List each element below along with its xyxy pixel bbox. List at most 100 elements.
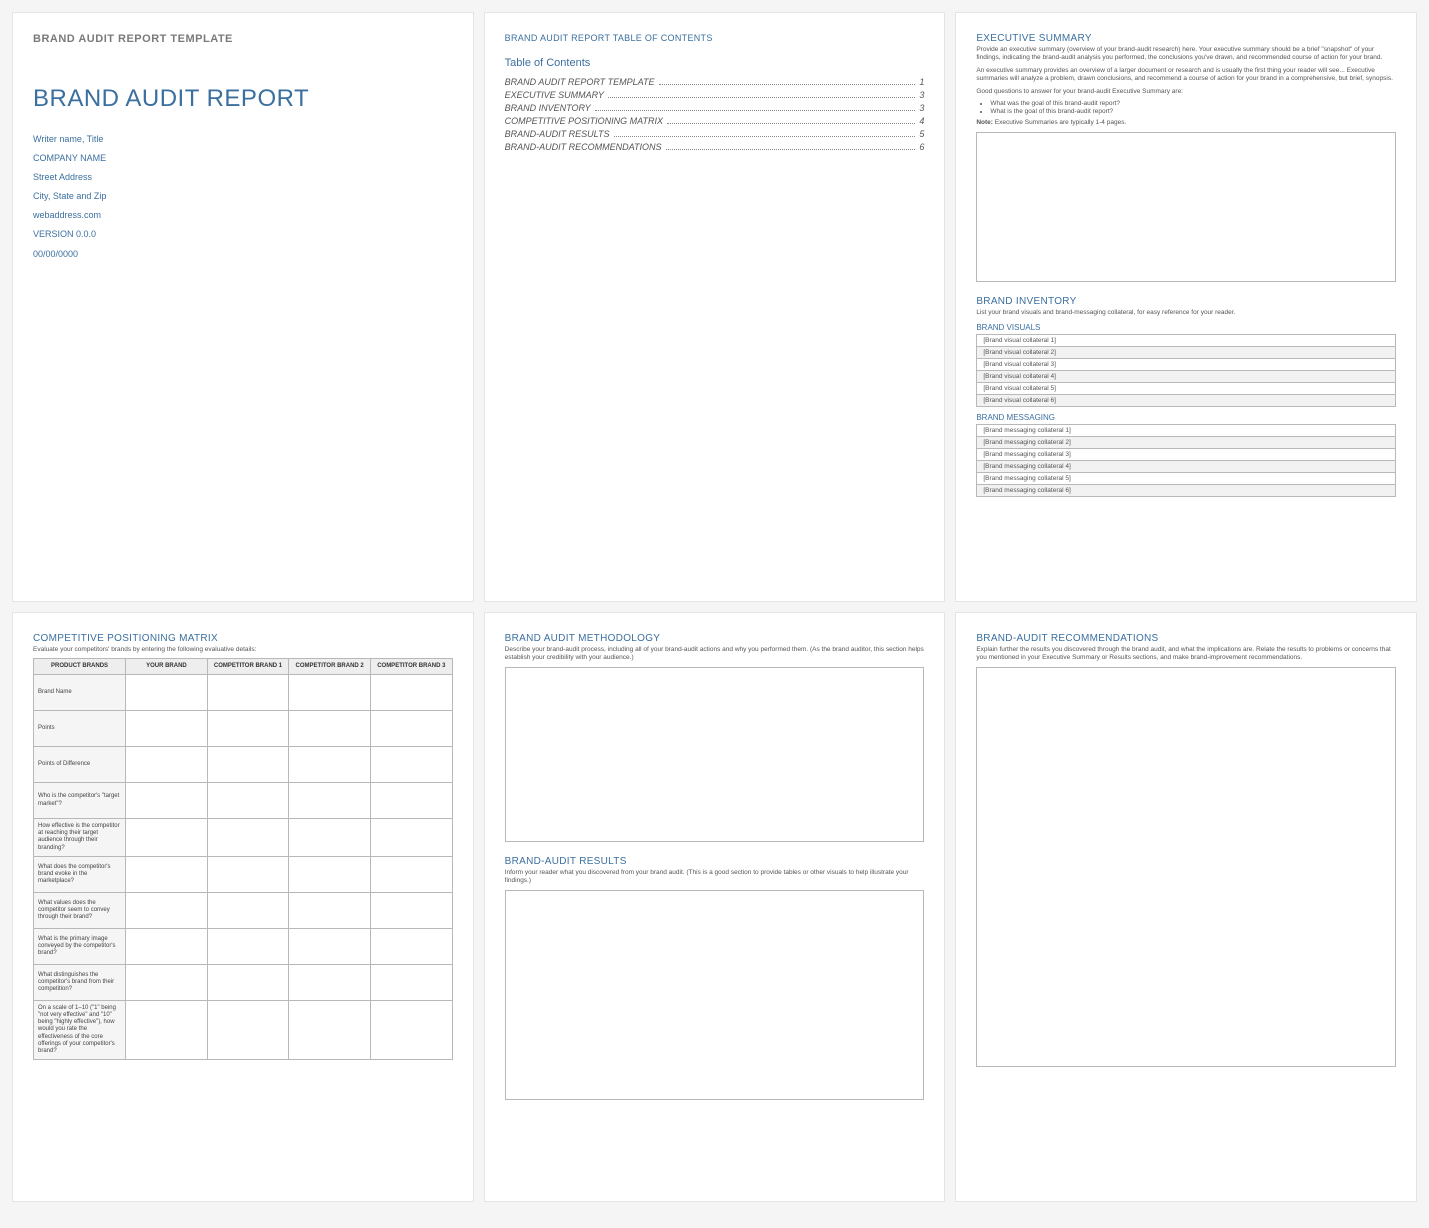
matrix-input-cell[interactable] [370, 711, 452, 747]
matrix-input-cell[interactable] [289, 928, 371, 964]
matrix-input-cell[interactable] [126, 819, 208, 857]
exec-bullet-2: What is the goal of this brand-audit rep… [990, 108, 1396, 115]
toc-title: Table of Contents [505, 57, 925, 69]
matrix-row: Points [34, 711, 453, 747]
toc-leader [608, 97, 915, 98]
matrix-input-cell[interactable] [126, 928, 208, 964]
date: 00/00/0000 [33, 246, 453, 263]
exec-summary-title: EXECUTIVE SUMMARY [976, 33, 1396, 44]
toc-list: BRAND AUDIT REPORT TEMPLATE1EXECUTIVE SU… [505, 77, 925, 152]
brand-messaging-row[interactable]: [Brand messaging collateral 3] [976, 449, 1396, 461]
toc-row: BRAND-AUDIT RECOMMENDATIONS6 [505, 142, 925, 152]
matrix-row: What distinguishes the competitor's bran… [34, 964, 453, 1000]
brand-visual-row[interactable]: [Brand visual collateral 5] [976, 383, 1396, 395]
toc-leader [667, 123, 915, 124]
brand-visual-row[interactable]: [Brand visual collateral 6] [976, 395, 1396, 407]
matrix-input-cell[interactable] [289, 783, 371, 819]
exec-note: Note: Executive Summaries are typically … [976, 119, 1396, 127]
matrix-input-cell[interactable] [207, 819, 289, 857]
matrix-row: Who is the competitor's "target market"? [34, 783, 453, 819]
brand-messaging-row[interactable]: [Brand messaging collateral 1] [976, 424, 1396, 437]
methodology-input-box[interactable] [505, 667, 925, 842]
competitive-matrix-table: PRODUCT BRANDSYOUR BRANDCOMPETITOR BRAND… [33, 658, 453, 1060]
matrix-input-cell[interactable] [126, 747, 208, 783]
toc-label: BRAND-AUDIT RESULTS [505, 129, 610, 139]
matrix-input-cell[interactable] [207, 783, 289, 819]
matrix-input-cell[interactable] [207, 675, 289, 711]
exec-bullet-1: What was the goal of this brand-audit re… [990, 100, 1396, 107]
city-state-zip: City, State and Zip [33, 188, 453, 205]
matrix-input-cell[interactable] [126, 675, 208, 711]
cover-meta: Writer name, Title COMPANY NAME Street A… [33, 131, 453, 263]
matrix-header-cell: COMPETITOR BRAND 1 [207, 659, 289, 675]
brand-visual-row[interactable]: [Brand visual collateral 2] [976, 347, 1396, 359]
exec-desc-1: Provide an executive summary (overview o… [976, 46, 1396, 63]
matrix-input-cell[interactable] [207, 892, 289, 928]
brand-messaging-row[interactable]: [Brand messaging collateral 5] [976, 473, 1396, 485]
brand-visual-row[interactable]: [Brand visual collateral 1] [976, 334, 1396, 347]
exec-desc-2: An executive summary provides an overvie… [976, 67, 1396, 84]
methodology-desc: Describe your brand-audit process, inclu… [505, 646, 925, 663]
matrix-input-cell[interactable] [289, 675, 371, 711]
brand-visual-row[interactable]: [Brand visual collateral 3] [976, 359, 1396, 371]
recommendations-input-box[interactable] [976, 667, 1396, 1067]
matrix-row-label: On a scale of 1–10 ("1" being "not very … [34, 1000, 126, 1059]
brand-messaging-row[interactable]: [Brand messaging collateral 4] [976, 461, 1396, 473]
matrix-input-cell[interactable] [207, 928, 289, 964]
matrix-input-cell[interactable] [207, 1000, 289, 1059]
matrix-input-cell[interactable] [126, 892, 208, 928]
report-title: BRAND AUDIT REPORT [33, 85, 453, 113]
exec-desc-3: Good questions to answer for your brand-… [976, 88, 1396, 96]
page-5-methodology-results: BRAND AUDIT METHODOLOGY Describe your br… [484, 612, 946, 1202]
matrix-input-cell[interactable] [370, 964, 452, 1000]
template-label: BRAND AUDIT REPORT TEMPLATE [33, 33, 453, 45]
matrix-row: Brand Name [34, 675, 453, 711]
matrix-input-cell[interactable] [370, 1000, 452, 1059]
matrix-header-cell: COMPETITOR BRAND 3 [370, 659, 452, 675]
matrix-row: On a scale of 1–10 ("1" being "not very … [34, 1000, 453, 1059]
matrix-input-cell[interactable] [289, 747, 371, 783]
matrix-input-cell[interactable] [370, 856, 452, 892]
matrix-input-cell[interactable] [126, 783, 208, 819]
matrix-input-cell[interactable] [289, 856, 371, 892]
matrix-input-cell[interactable] [126, 964, 208, 1000]
matrix-input-cell[interactable] [126, 711, 208, 747]
toc-page-number: 4 [919, 116, 924, 126]
matrix-input-cell[interactable] [207, 747, 289, 783]
matrix-input-cell[interactable] [370, 928, 452, 964]
toc-label: EXECUTIVE SUMMARY [505, 90, 604, 100]
writer-name: Writer name, Title [33, 131, 453, 148]
toc-leader [659, 84, 916, 85]
brand-messaging-list: [Brand messaging collateral 1][Brand mes… [976, 424, 1396, 497]
matrix-header-cell: PRODUCT BRANDS [34, 659, 126, 675]
matrix-input-cell[interactable] [207, 711, 289, 747]
brand-messaging-row[interactable]: [Brand messaging collateral 6] [976, 485, 1396, 497]
brand-visual-row[interactable]: [Brand visual collateral 4] [976, 371, 1396, 383]
matrix-input-cell[interactable] [370, 819, 452, 857]
matrix-input-cell[interactable] [370, 783, 452, 819]
matrix-input-cell[interactable] [289, 964, 371, 1000]
matrix-input-cell[interactable] [126, 1000, 208, 1059]
matrix-input-cell[interactable] [370, 747, 452, 783]
brand-inventory-desc: List your brand visuals and brand-messag… [976, 309, 1396, 317]
brand-inventory-title: BRAND INVENTORY [976, 296, 1396, 307]
exec-bullets: What was the goal of this brand-audit re… [976, 100, 1396, 115]
matrix-input-cell[interactable] [370, 675, 452, 711]
toc-page-number: 5 [919, 129, 924, 139]
matrix-input-cell[interactable] [370, 892, 452, 928]
matrix-row: How effective is the competitor at reach… [34, 819, 453, 857]
matrix-header-cell: YOUR BRAND [126, 659, 208, 675]
matrix-input-cell[interactable] [126, 856, 208, 892]
recommendations-desc: Explain further the results you discover… [976, 646, 1396, 663]
brand-messaging-row[interactable]: [Brand messaging collateral 2] [976, 437, 1396, 449]
matrix-input-cell[interactable] [289, 711, 371, 747]
matrix-input-cell[interactable] [207, 856, 289, 892]
matrix-input-cell[interactable] [289, 1000, 371, 1059]
exec-summary-input-box[interactable] [976, 132, 1396, 282]
matrix-row: What does the competitor's brand evoke i… [34, 856, 453, 892]
matrix-input-cell[interactable] [289, 819, 371, 857]
matrix-input-cell[interactable] [207, 964, 289, 1000]
matrix-input-cell[interactable] [289, 892, 371, 928]
matrix-row-label: What values does the competitor seem to … [34, 892, 126, 928]
results-input-box[interactable] [505, 890, 925, 1100]
